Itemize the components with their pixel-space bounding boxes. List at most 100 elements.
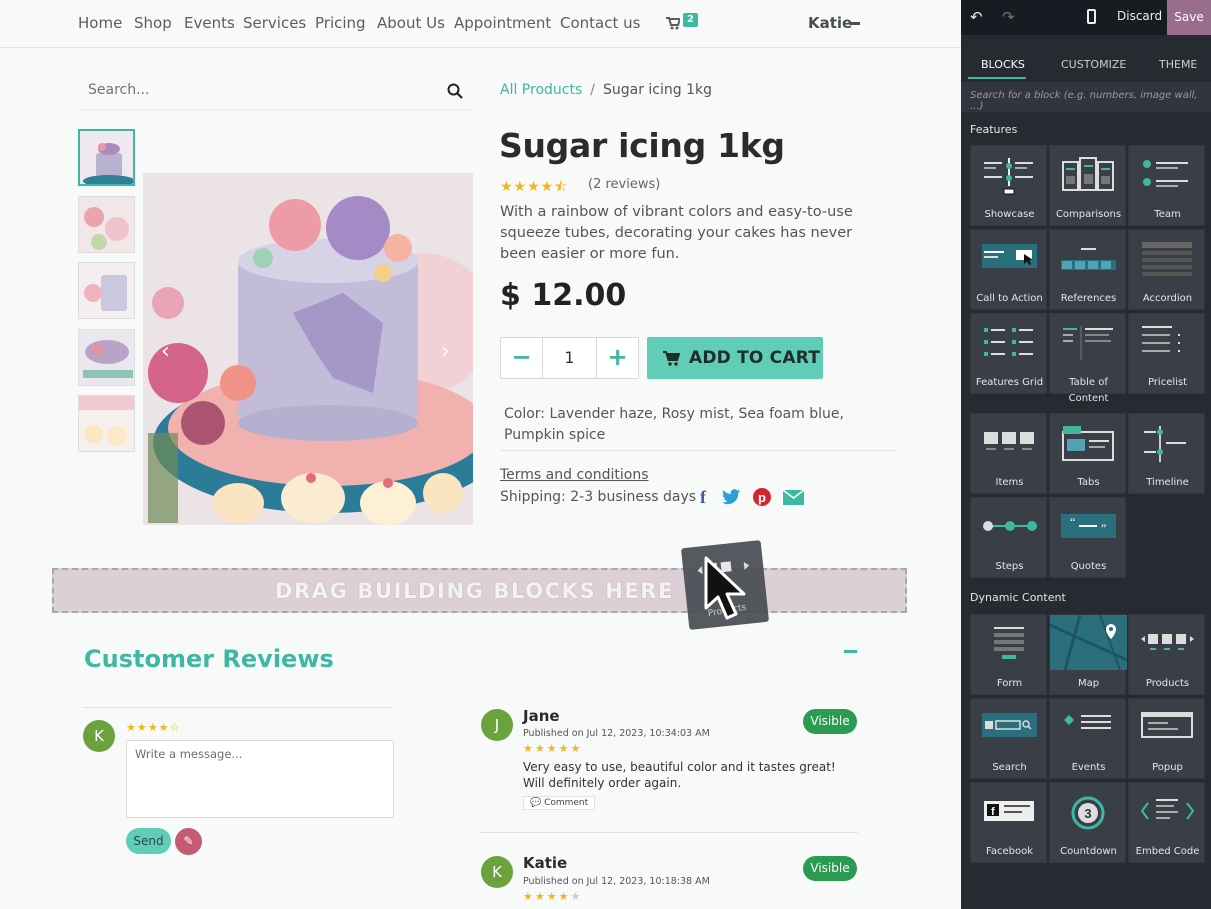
- block-products[interactable]: Products: [1128, 614, 1205, 695]
- svg-text:“: “: [1070, 515, 1075, 529]
- nav-pricing[interactable]: Pricing: [315, 14, 366, 32]
- quantity-increase-button[interactable]: +: [596, 338, 638, 378]
- image-next-arrow-icon[interactable]: ›: [441, 339, 450, 364]
- block-features-grid[interactable]: Features Grid: [970, 313, 1047, 394]
- block-form[interactable]: Form: [970, 614, 1047, 695]
- undo-icon[interactable]: ↶: [970, 8, 983, 26]
- website-editor-panel: ↶ ↷ Discard Save BLOCKS CUSTOMIZE THEME …: [961, 0, 1211, 909]
- nav-contact-us[interactable]: Contact us: [560, 14, 640, 32]
- popup-block-icon: [1141, 712, 1193, 738]
- tab-theme[interactable]: THEME: [1159, 58, 1197, 71]
- twitter-icon[interactable]: [722, 489, 741, 505]
- product-thumbnail[interactable]: [78, 262, 135, 319]
- block-embed-code[interactable]: Embed Code: [1128, 782, 1205, 863]
- save-button[interactable]: Save: [1167, 0, 1211, 35]
- block-label: Popup: [1152, 762, 1183, 773]
- product-main-image[interactable]: ‹ ›: [143, 173, 473, 525]
- block-table-of-content[interactable]: Table of Content: [1049, 313, 1126, 404]
- product-thumbnail[interactable]: [78, 395, 135, 452]
- block-popup[interactable]: Popup: [1128, 698, 1205, 779]
- svg-text:p: p: [758, 490, 766, 505]
- product-search[interactable]: Search...: [78, 74, 475, 110]
- divider: [84, 707, 393, 708]
- visible-toggle-button[interactable]: Visible: [803, 856, 857, 881]
- block-label: Showcase: [984, 209, 1035, 220]
- block-search-input[interactable]: Search for a block (e.g. numbers, image …: [961, 82, 1211, 112]
- call-to-action-block-icon: [982, 244, 1037, 268]
- terms-link[interactable]: Terms and conditions: [500, 467, 649, 483]
- references-block-icon: [1061, 248, 1116, 270]
- rating-input-stars[interactable]: ★★★★☆: [126, 721, 180, 734]
- block-timeline[interactable]: Timeline: [1128, 413, 1205, 494]
- attach-file-button[interactable]: ✎: [175, 828, 202, 855]
- nav-about-us[interactable]: About Us: [377, 14, 445, 32]
- redo-icon[interactable]: ↷: [1002, 8, 1015, 26]
- tab-blocks[interactable]: BLOCKS: [981, 58, 1025, 71]
- quantity-decrease-button[interactable]: −: [501, 338, 543, 378]
- product-description: With a rainbow of vibrant colors and eas…: [500, 204, 853, 262]
- tab-customize[interactable]: CUSTOMIZE: [1061, 58, 1126, 71]
- block-comparisons[interactable]: Comparisons: [1049, 145, 1126, 226]
- search-icon[interactable]: [447, 83, 463, 99]
- visible-toggle-button[interactable]: Visible: [803, 709, 857, 734]
- quantity-stepper: − 1 +: [500, 337, 639, 379]
- nav-events[interactable]: Events: [184, 14, 235, 32]
- block-countdown[interactable]: 3 Countdown: [1049, 782, 1126, 863]
- block-showcase[interactable]: Showcase: [970, 145, 1047, 226]
- block-pricelist[interactable]: Pricelist: [1128, 313, 1205, 394]
- top-navigation: Home Shop Events Services Pricing About …: [0, 0, 961, 48]
- quantity-input[interactable]: 1: [543, 338, 596, 378]
- block-map[interactable]: Map: [1049, 614, 1127, 695]
- product-thumbnail[interactable]: [78, 329, 135, 386]
- block-quotes[interactable]: “” Quotes: [1049, 497, 1126, 578]
- block-search[interactable]: Search: [970, 698, 1047, 779]
- block-accordion[interactable]: Accordion: [1128, 229, 1205, 310]
- facebook-icon[interactable]: f: [700, 487, 706, 508]
- section-title-dynamic-content: Dynamic Content: [970, 591, 1066, 604]
- events-block-icon: [1064, 715, 1111, 729]
- block-steps[interactable]: Steps: [970, 497, 1047, 578]
- block-label: Accordion: [1142, 293, 1193, 304]
- nav-appointment[interactable]: Appointment: [454, 14, 551, 32]
- embed-code-block-icon: [1140, 799, 1195, 820]
- nav-home[interactable]: Home: [78, 14, 122, 32]
- send-button[interactable]: Send: [126, 828, 171, 854]
- add-to-cart-button[interactable]: ADD TO CART: [647, 337, 823, 379]
- cart-button[interactable]: 2: [664, 12, 704, 36]
- email-icon[interactable]: [783, 490, 804, 505]
- nav-services[interactable]: Services: [243, 14, 306, 32]
- nav-shop[interactable]: Shop: [134, 14, 172, 32]
- customer-reviews-heading: Customer Reviews: [84, 645, 334, 673]
- product-thumbnail[interactable]: [78, 129, 135, 186]
- breadcrumb-all-products[interactable]: All Products: [500, 82, 582, 98]
- shipping-info: Shipping: 2-3 business days: [500, 489, 697, 505]
- user-menu[interactable]: Katie: [808, 14, 852, 32]
- block-call-to-action[interactable]: Call to Action: [970, 229, 1047, 310]
- comment-button[interactable]: 💬 Comment: [523, 796, 596, 810]
- block-team[interactable]: Team: [1128, 145, 1205, 226]
- search-input[interactable]: Search...: [88, 82, 149, 98]
- table-of-content-block-icon: [1063, 326, 1113, 360]
- collapse-reviews-icon[interactable]: [844, 650, 857, 653]
- team-block-icon: [1143, 160, 1188, 187]
- product-thumbnail[interactable]: [78, 196, 135, 253]
- user-menu-caret-icon[interactable]: [850, 22, 860, 25]
- block-label: Form: [996, 678, 1023, 689]
- image-prev-arrow-icon[interactable]: ‹: [161, 339, 170, 364]
- pinterest-icon[interactable]: p: [753, 488, 771, 506]
- discard-button[interactable]: Discard: [1117, 9, 1162, 23]
- block-facebook[interactable]: f Facebook: [970, 782, 1047, 863]
- block-references[interactable]: References: [1049, 229, 1126, 310]
- block-items[interactable]: Items: [970, 413, 1047, 494]
- review-stars-empty: ★: [570, 890, 583, 903]
- cart-icon: [663, 351, 680, 366]
- countdown-block-icon: 3: [1071, 796, 1105, 830]
- block-label: Comparisons: [1055, 209, 1122, 220]
- products-block-icon: [1141, 634, 1194, 650]
- block-tabs[interactable]: Tabs: [1049, 413, 1126, 494]
- block-events[interactable]: Events: [1049, 698, 1126, 779]
- mobile-preview-icon[interactable]: [1087, 9, 1096, 24]
- building-block-drop-zone[interactable]: DRAG BUILDING BLOCKS HERE: [52, 568, 907, 613]
- rating-count[interactable]: (2 reviews): [588, 177, 660, 192]
- message-input[interactable]: Write a message...: [126, 740, 394, 818]
